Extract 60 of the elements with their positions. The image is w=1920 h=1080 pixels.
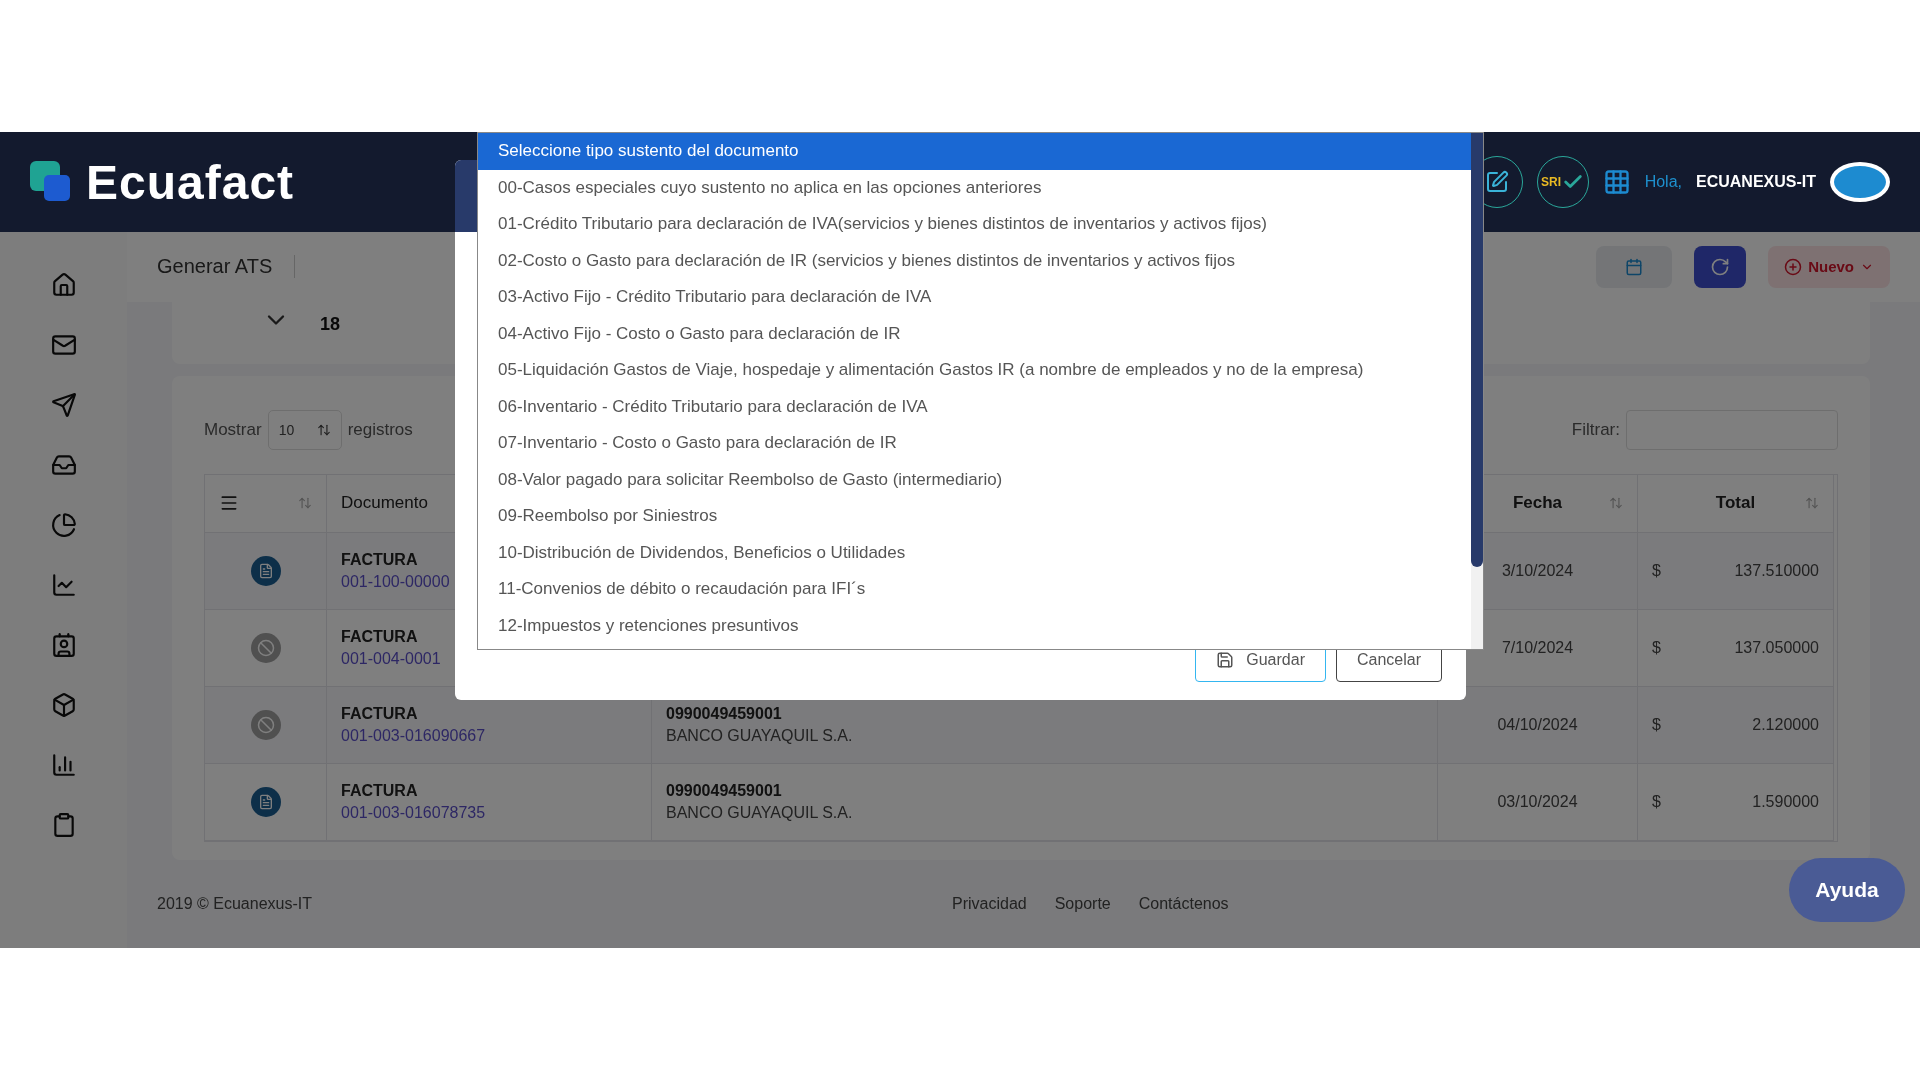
footer-link[interactable]: Soporte: [1054, 894, 1111, 913]
dropdown-option[interactable]: Seleccione tipo sustento del documento: [478, 133, 1471, 170]
home-icon[interactable]: [50, 272, 77, 298]
total-cell: 137.050000: [1734, 638, 1819, 657]
bar-chart-icon[interactable]: [50, 752, 77, 778]
avatar[interactable]: [1830, 162, 1890, 202]
mail-icon[interactable]: [50, 332, 77, 358]
plus-circle-icon: [1784, 257, 1803, 276]
save-icon: [1216, 651, 1235, 669]
refresh-button[interactable]: [1694, 245, 1747, 288]
copyright: 2019 © Ecuanexus-IT: [157, 894, 312, 913]
document-type: FACTURA: [341, 781, 418, 800]
pie-chart-icon[interactable]: [50, 512, 77, 538]
page-size-select[interactable]: 10: [267, 409, 342, 450]
refresh-icon: [1710, 256, 1731, 277]
line-chart-icon[interactable]: [50, 572, 77, 598]
issuer-id: 0990049459001: [666, 704, 782, 723]
footer-link[interactable]: Privacidad: [952, 894, 1027, 913]
logo-icon: [30, 161, 72, 203]
send-icon[interactable]: [50, 392, 77, 418]
summary-value: 18: [320, 313, 341, 335]
document-icon[interactable]: [250, 786, 281, 817]
column-header[interactable]: Fecha: [1512, 493, 1563, 514]
total-cell: 1.590000: [1752, 792, 1819, 811]
records-label: registros: [347, 419, 413, 440]
cube-icon[interactable]: [50, 692, 77, 718]
apps-grid-icon[interactable]: [1602, 168, 1631, 196]
column-header[interactable]: Documento: [341, 493, 428, 514]
document-type: FACTURA: [341, 627, 418, 646]
document-type: FACTURA: [341, 550, 418, 569]
currency-symbol: $: [1652, 792, 1661, 811]
filter-label: Filtrar:: [1571, 419, 1620, 440]
issuer-name: BANCO GUAYAQUIL S.A.: [666, 726, 853, 745]
scrollbar-thumb[interactable]: [1471, 133, 1483, 567]
date-cell: 03/10/2024: [1497, 792, 1578, 811]
calendar-icon: [1625, 257, 1644, 276]
column-header[interactable]: Total: [1715, 493, 1756, 514]
help-button[interactable]: Ayuda: [1789, 858, 1905, 922]
currency-symbol: $: [1652, 715, 1661, 734]
scrollbar[interactable]: [1471, 133, 1483, 649]
issuer-name: BANCO GUAYAQUIL S.A.: [666, 803, 853, 822]
page-title: Generar ATS: [157, 255, 296, 279]
document-icon[interactable]: [250, 555, 281, 586]
currency-symbol: $: [1652, 561, 1661, 580]
date-cell: 3/10/2024: [1501, 561, 1574, 580]
total-cell: 2.120000: [1752, 715, 1819, 734]
total-cell: 137.510000: [1734, 561, 1819, 580]
currency-symbol: $: [1652, 638, 1661, 657]
inbox-icon[interactable]: [50, 452, 77, 478]
issuer-id: 0990049459001: [666, 781, 782, 800]
contact-icon[interactable]: [50, 632, 77, 658]
date-cell: 04/10/2024: [1497, 715, 1578, 734]
show-label: Mostrar: [204, 419, 262, 440]
spinner-arrows-icon: [316, 422, 331, 437]
footer-link[interactable]: Contáctenos: [1138, 894, 1229, 913]
user-name: ECUANEXUS-IT: [1696, 173, 1816, 191]
document-type: FACTURA: [341, 704, 418, 723]
date-cell: 7/10/2024: [1501, 638, 1574, 657]
greeting: Hola,: [1644, 173, 1682, 191]
app-logo: Ecuafact: [86, 154, 295, 210]
